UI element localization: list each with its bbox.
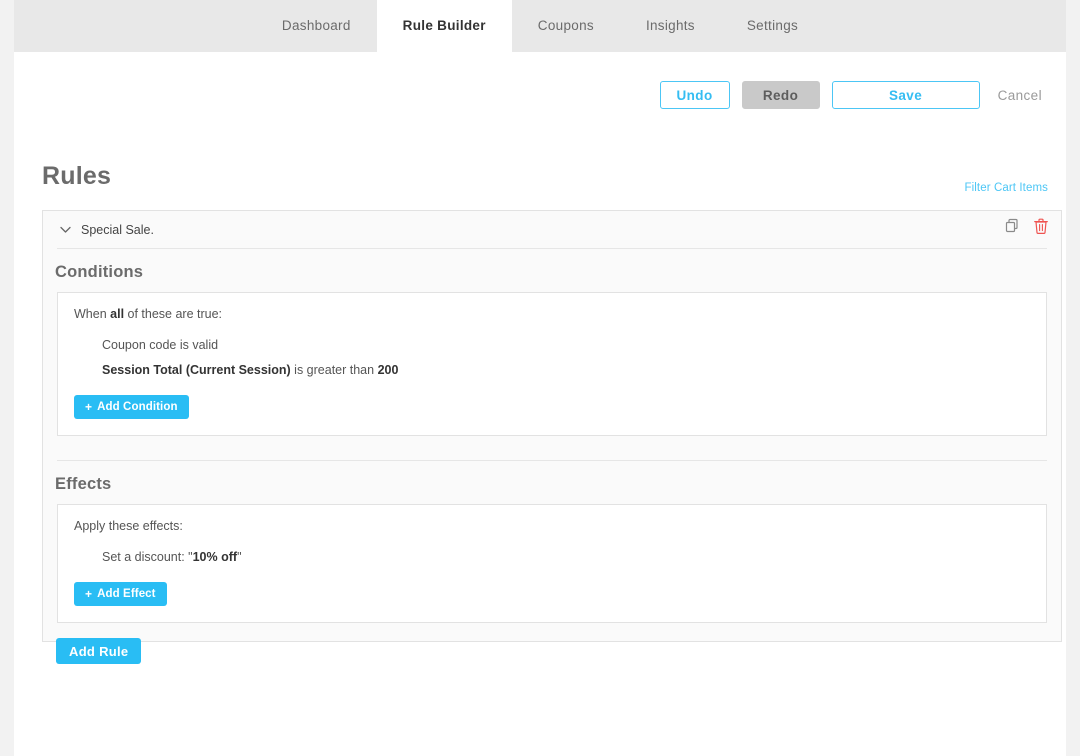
page-title: Rules bbox=[42, 162, 112, 190]
app-root: Dashboard Rule Builder Coupons Insights … bbox=[0, 0, 1080, 756]
copy-icon[interactable] bbox=[1004, 218, 1020, 234]
conditions-title: Conditions bbox=[55, 263, 144, 281]
undo-button[interactable]: Undo bbox=[659, 81, 730, 109]
tab-coupons[interactable]: Coupons bbox=[512, 0, 620, 52]
cancel-button[interactable]: Cancel bbox=[992, 81, 1048, 109]
action-toolbar: Undo Redo Save Cancel bbox=[659, 81, 1048, 109]
tab-settings[interactable]: Settings bbox=[721, 0, 824, 52]
effect-row[interactable]: Set a discount: "10% off" bbox=[102, 539, 1030, 564]
add-effect-label: Add Effect bbox=[97, 588, 156, 600]
trash-icon[interactable] bbox=[1034, 218, 1048, 234]
condition-operator: is greater than bbox=[290, 363, 378, 377]
condition-row[interactable]: Coupon code is valid bbox=[102, 327, 1030, 352]
tab-rule-builder[interactable]: Rule Builder bbox=[376, 0, 512, 52]
plus-icon: + bbox=[85, 400, 93, 414]
effects-wrap: Apply these effects: Set a discount: "10… bbox=[43, 504, 1061, 623]
rule-name[interactable]: Special Sale. bbox=[81, 223, 154, 237]
condition-row[interactable]: Session Total (Current Session) is great… bbox=[102, 352, 1030, 377]
condition-value: 200 bbox=[377, 363, 399, 377]
add-condition-button[interactable]: + Add Condition bbox=[74, 395, 189, 419]
card-bottom-spacer bbox=[43, 623, 1061, 641]
rule-card-header: Special Sale. bbox=[43, 211, 1061, 248]
effects-title: Effects bbox=[55, 475, 112, 493]
add-effect-button[interactable]: + Add Effect bbox=[74, 582, 167, 606]
filter-cart-items-link[interactable]: Filter Cart Items bbox=[965, 182, 1049, 194]
redo-button[interactable]: Redo bbox=[741, 81, 820, 109]
effects-lead: Apply these effects: bbox=[74, 519, 183, 533]
conditions-lead-prefix: When bbox=[74, 307, 111, 321]
main-tabbar: Dashboard Rule Builder Coupons Insights … bbox=[14, 0, 1066, 52]
chevron-down-icon[interactable] bbox=[57, 222, 73, 238]
effect-text-prefix: Set a discount: " bbox=[102, 550, 193, 564]
conditions-panel: When all of these are true: Coupon code … bbox=[57, 292, 1047, 436]
page-content: Undo Redo Save Cancel Rules Filter Cart … bbox=[14, 52, 1066, 756]
add-condition-label: Add Condition bbox=[97, 401, 178, 413]
effects-panel: Apply these effects: Set a discount: "10… bbox=[57, 504, 1047, 623]
tab-dashboard[interactable]: Dashboard bbox=[256, 0, 377, 52]
add-rule-button[interactable]: Add Rule bbox=[56, 638, 142, 664]
conditions-wrap: When all of these are true: Coupon code … bbox=[43, 292, 1061, 436]
conditions-lead-bold: all bbox=[110, 307, 125, 321]
tab-insights[interactable]: Insights bbox=[620, 0, 721, 52]
conditions-lead: When all of these are true: bbox=[74, 307, 1030, 327]
plus-icon: + bbox=[85, 587, 93, 601]
rule-header-actions bbox=[1004, 218, 1048, 234]
effect-value: 10% off bbox=[192, 550, 238, 564]
conditions-lead-suffix: of these are true: bbox=[124, 307, 223, 321]
save-button[interactable]: Save bbox=[831, 81, 980, 109]
condition-field: Session Total (Current Session) bbox=[102, 363, 291, 377]
effect-text-suffix: " bbox=[237, 550, 242, 564]
rule-card: Special Sale. Conditions When all of the… bbox=[42, 210, 1062, 642]
condition-text-prefix: Coupon code is valid bbox=[102, 338, 219, 352]
